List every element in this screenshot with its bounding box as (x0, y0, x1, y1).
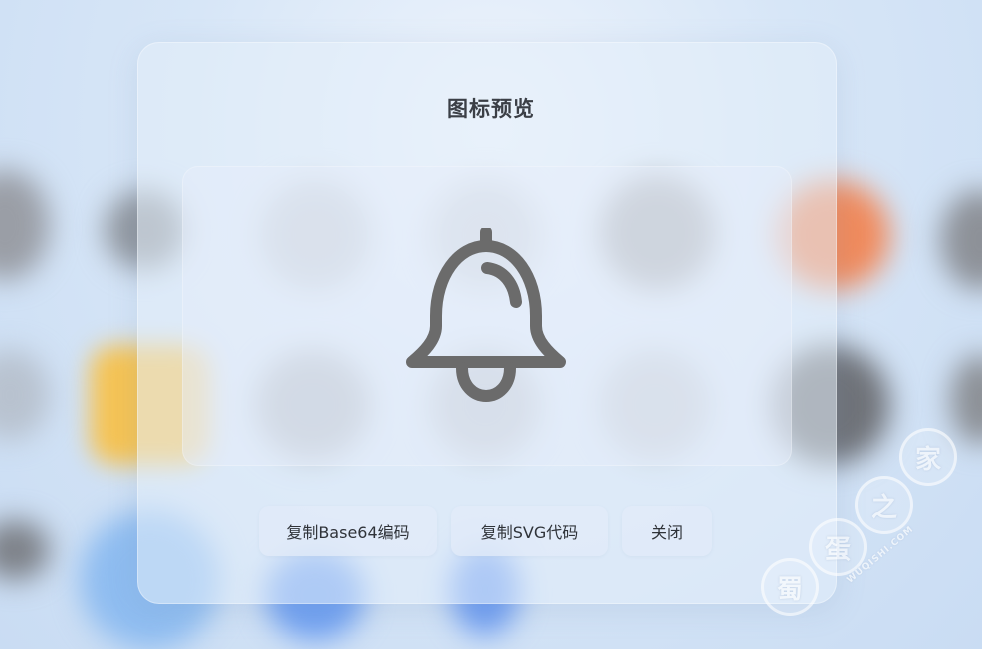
close-button[interactable]: 关闭 (622, 506, 712, 556)
copy-base64-button[interactable]: 复制Base64编码 (259, 506, 437, 556)
watermark-logo: 蜀 蛋 之 家 WUQISHI.COM (755, 420, 965, 630)
copy-svg-button[interactable]: 复制SVG代码 (451, 506, 608, 556)
watermark-char: 之 (855, 476, 913, 534)
background-icon-blur (0, 350, 50, 440)
watermark-char: 蜀 (761, 558, 819, 616)
bell-icon (404, 226, 568, 406)
background-icon-blur (0, 520, 50, 580)
watermark-char: 家 (899, 428, 957, 486)
app-screen: 图标预览 复制Base64编码 复制SVG代码 关闭 蜀 蛋 之 家 WUQIS… (0, 0, 982, 649)
background-icon-blur (0, 170, 50, 280)
background-icon-blur (940, 190, 982, 290)
dialog-title: 图标预览 (447, 97, 535, 121)
